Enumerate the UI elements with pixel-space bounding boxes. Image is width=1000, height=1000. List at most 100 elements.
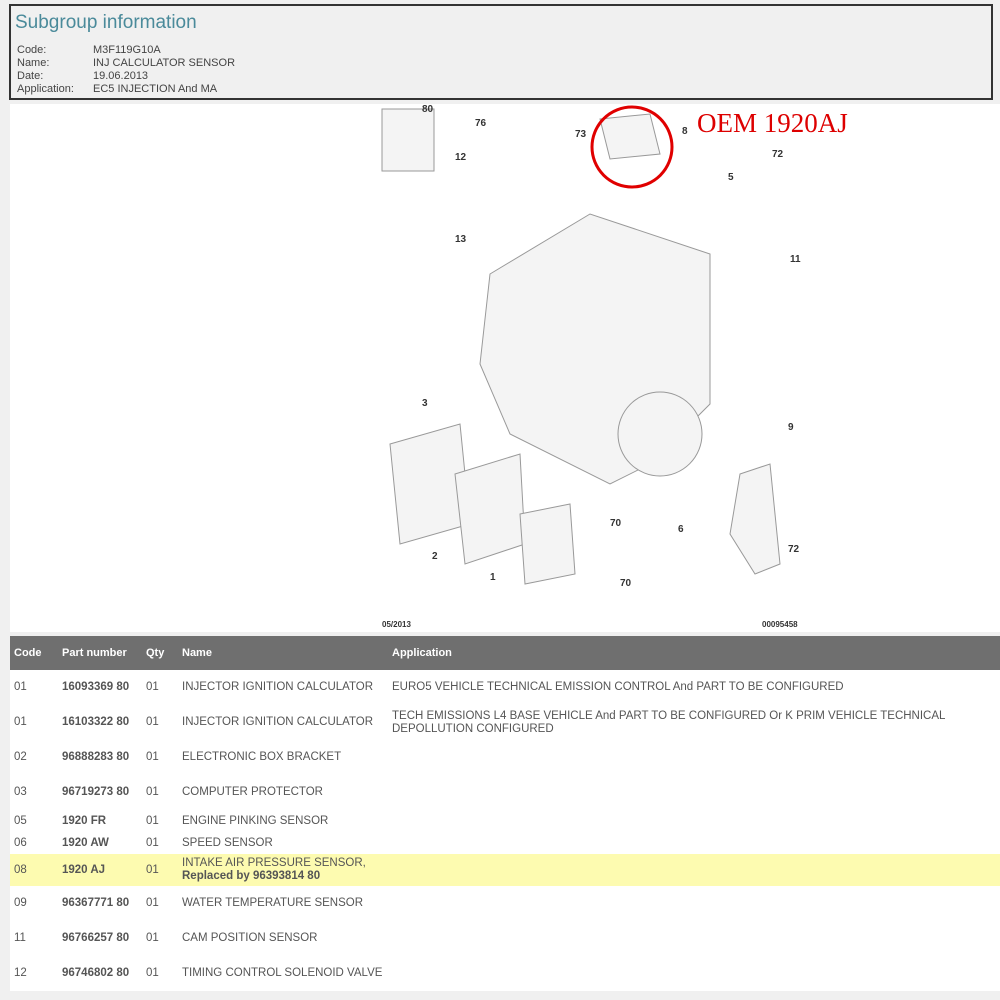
qty-cell: 01 xyxy=(146,751,159,763)
callout-label: 11 xyxy=(790,254,801,265)
speed-sensor-shape xyxy=(729,463,781,575)
diagram-date: 05/2013 xyxy=(382,620,411,629)
code-cell: 01 xyxy=(14,716,27,728)
part-number-cell[interactable]: 96367771 80 xyxy=(58,886,142,921)
application-cell xyxy=(388,740,1000,775)
code-cell: 11 xyxy=(14,932,26,944)
callout-label: 6 xyxy=(678,524,684,535)
field-label: Code: xyxy=(17,44,47,56)
field-label: Application: xyxy=(17,83,74,95)
part-name: TIMING CONTROL SOLENOID VALVE xyxy=(182,967,383,979)
qty-cell: 01 xyxy=(146,932,159,944)
diagram-ref: 00095458 xyxy=(762,620,798,629)
part-80-box xyxy=(381,108,435,172)
part-name: COMPUTER PROTECTOR xyxy=(182,786,323,798)
part-number-cell[interactable]: 16093369 80 xyxy=(58,670,142,705)
subgroup-fields: Code: M3F119G10A Name: INJ CALCULATOR SENSO… xyxy=(17,44,235,96)
callout-label: 13 xyxy=(455,234,467,245)
qty-cell: 01 xyxy=(146,786,159,798)
parts-table: Code Part number Qty Name Application 01 160… xyxy=(10,636,1000,991)
table-row[interactable]: 08 1920 AJ 01 INTAKE AIR PRESSURE SENSOR… xyxy=(10,854,1000,886)
field-value: 19.06.2013 xyxy=(93,70,149,82)
table-row[interactable]: 01 16103322 80 01 INJECTOR IGNITION CALC… xyxy=(10,705,1000,740)
code-cell: 09 xyxy=(14,897,27,909)
column-header[interactable]: Qty xyxy=(142,636,178,670)
name-cell: COMPUTER PROTECTOR xyxy=(178,775,388,810)
name-cell: SPEED SENSOR xyxy=(178,832,388,854)
column-header[interactable]: Name xyxy=(178,636,388,670)
page-title: Subgroup information xyxy=(15,12,197,33)
part-number-cell[interactable]: 96719273 80 xyxy=(58,775,142,810)
name-cell: CAM POSITION SENSOR xyxy=(178,921,388,956)
name-cell: INTAKE AIR PRESSURE SENSOR, Replaced by 9… xyxy=(178,854,388,886)
part-number-cell[interactable]: 96766257 80 xyxy=(58,921,142,956)
code-cell: 03 xyxy=(14,786,27,798)
part-number-cell[interactable]: 96746802 80 xyxy=(58,956,142,991)
oem-annotation: OEM 1920AJ xyxy=(697,108,848,138)
field-value: INJ CALCULATOR SENSOR xyxy=(93,57,236,69)
callout-label: 12 xyxy=(455,152,467,163)
callout-label: 80 xyxy=(422,104,434,115)
qty-cell: 01 xyxy=(146,967,159,979)
table-row[interactable]: 09 96367771 80 01 WATER TEMPERATURE SENS… xyxy=(10,886,1000,921)
calculator-shape xyxy=(519,503,576,585)
callout-label: 5 xyxy=(728,172,734,183)
part-name: INJECTOR IGNITION CALCULATOR xyxy=(182,681,374,693)
part-name: INJECTOR IGNITION CALCULATOR xyxy=(182,716,374,728)
qty-cell: 01 xyxy=(142,854,178,886)
callout-label: 9 xyxy=(788,422,794,433)
name-cell: ELECTRONIC BOX BRACKET xyxy=(178,740,388,775)
bracket-shape xyxy=(454,453,526,565)
column-header[interactable]: Part number xyxy=(58,636,142,670)
table-row[interactable]: 03 96719273 80 01 COMPUTER PROTECTOR xyxy=(10,775,1000,810)
part-number-cell[interactable]: 1920 AW xyxy=(58,832,142,854)
callout-label: 2 xyxy=(432,551,438,562)
table-row[interactable]: 05 1920 FR 01 ENGINE PINKING SENSOR xyxy=(10,810,1000,832)
part-number-cell[interactable]: 96888283 80 xyxy=(58,740,142,775)
part-number-cell[interactable]: 16103322 80 xyxy=(58,705,142,740)
field-row: Name: INJ CALCULATOR SENSOR xyxy=(17,57,235,70)
column-header[interactable]: Code xyxy=(10,636,58,670)
column-header[interactable]: Application xyxy=(388,636,1000,670)
field-row: Date: 19.06.2013 xyxy=(17,70,235,83)
application-cell xyxy=(388,921,1000,956)
callout-label: 70 xyxy=(620,578,632,589)
table-row[interactable]: 11 96766257 80 01 CAM POSITION SENSOR xyxy=(10,921,1000,956)
table-header: Code Part number Qty Name Application xyxy=(10,636,1000,670)
name-cell: ENGINE PINKING SENSOR xyxy=(178,810,388,832)
application-cell xyxy=(388,775,1000,810)
field-row: Code: M3F119G10A xyxy=(17,44,235,57)
part-name: INTAKE AIR PRESSURE SENSOR, xyxy=(182,857,366,869)
callout-label: 3 xyxy=(422,398,428,409)
callout-label: 76 xyxy=(475,118,487,129)
part-number-cell[interactable]: 1920 AJ xyxy=(58,854,142,886)
qty-cell: 01 xyxy=(146,814,159,827)
code-cell: 06 xyxy=(14,836,27,849)
table-row[interactable]: 01 16093369 80 01 INJECTOR IGNITION CALC… xyxy=(10,670,1000,705)
qty-cell: 01 xyxy=(146,897,159,909)
application-cell xyxy=(388,886,1000,921)
part-number-cell[interactable]: 1920 FR xyxy=(58,810,142,832)
application-cell xyxy=(388,854,1000,886)
field-label: Date: xyxy=(17,70,44,82)
subgroup-info-panel: Subgroup information Code: M3F119G10A Name… xyxy=(9,4,993,100)
code-cell: 01 xyxy=(14,681,27,693)
part-name: WATER TEMPERATURE SENSOR xyxy=(182,897,364,909)
application-cell xyxy=(388,810,1000,832)
name-cell: WATER TEMPERATURE SENSOR xyxy=(178,886,388,921)
callout-label: 73 xyxy=(575,129,587,140)
application-cell xyxy=(388,956,1000,991)
application-cell: EURO5 VEHICLE TECHNICAL EMISSION CONTROL… xyxy=(392,681,844,693)
callout-label: 8 xyxy=(682,126,688,137)
callout-label: 72 xyxy=(772,149,784,160)
table-row[interactable]: 06 1920 AW 01 SPEED SENSOR xyxy=(10,832,1000,854)
code-cell: 08 xyxy=(10,854,58,886)
qty-cell: 01 xyxy=(146,836,159,849)
code-cell: 12 xyxy=(14,967,27,979)
pressure-sensor-shape xyxy=(599,113,661,160)
code-cell: 05 xyxy=(14,814,27,827)
qty-cell: 01 xyxy=(146,716,159,728)
table-row[interactable]: 02 96888283 80 01 ELECTRONIC BOX BRACKET xyxy=(10,740,1000,775)
part-name: ELECTRONIC BOX BRACKET xyxy=(182,751,342,763)
table-row[interactable]: 12 96746802 80 01 TIMING CONTROL SOLENOI… xyxy=(10,956,1000,991)
